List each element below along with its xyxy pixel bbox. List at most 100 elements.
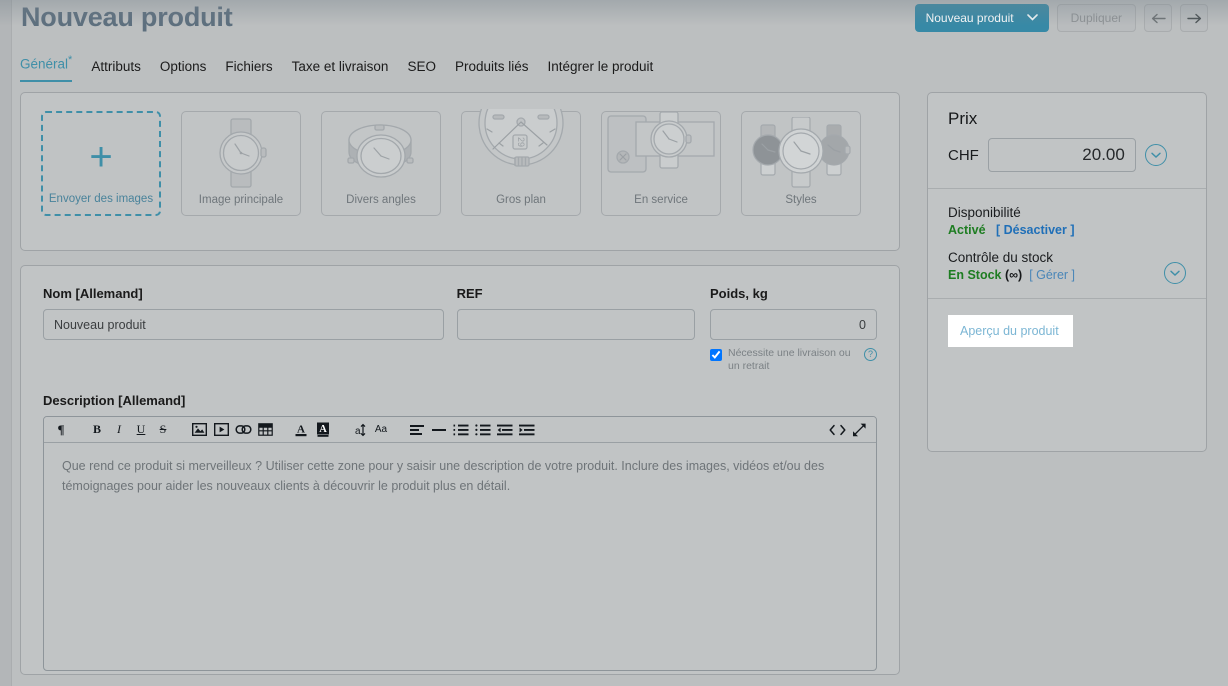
- availability-label: Disponibilité: [948, 205, 1021, 220]
- shipping-required-row: Nécessite une livraison ou un retrait ?: [710, 347, 877, 373]
- name-input[interactable]: [43, 309, 444, 340]
- weight-label: Poids, kg: [710, 286, 768, 301]
- new-product-button-label: Nouveau produit: [925, 11, 1014, 25]
- thumb-styles[interactable]: Styles: [741, 111, 861, 216]
- tab-integrer-le-produit[interactable]: Intégrer le produit: [548, 59, 654, 82]
- thumb-image-principale[interactable]: Image principale: [181, 111, 301, 216]
- watch-closeup-icon: 29: [462, 109, 580, 194]
- stock-manage-link[interactable]: [ Gérer ]: [1029, 268, 1075, 282]
- ref-label: REF: [456, 286, 483, 301]
- price-input[interactable]: [987, 138, 1136, 172]
- align-icon[interactable]: [406, 419, 428, 441]
- new-product-button[interactable]: Nouveau produit: [914, 4, 1049, 32]
- tab-options[interactable]: Options: [160, 59, 207, 82]
- tab-general[interactable]: Général*: [20, 54, 73, 82]
- thumb-styles-label: Styles: [785, 194, 817, 206]
- field-weight: Poids, kg Nécessite une livraison ou un …: [710, 286, 877, 373]
- table-icon[interactable]: [254, 419, 276, 441]
- indent-icon[interactable]: [516, 419, 538, 441]
- strikethrough-icon[interactable]: S: [152, 419, 174, 441]
- outdent-icon[interactable]: [494, 419, 516, 441]
- stock-row: En Stock (∞) [ Gérer ]: [948, 268, 1186, 282]
- availability-section: Disponibilité Activé [ Désactiver ] Cont…: [928, 188, 1206, 298]
- source-code-icon[interactable]: [826, 419, 848, 441]
- image-icon[interactable]: [188, 419, 210, 441]
- thumb-gros-plan-label: Gros plan: [496, 194, 546, 206]
- left-rail: [0, 0, 12, 686]
- tab-general-label: Général: [20, 56, 69, 72]
- price-row: CHF: [948, 138, 1186, 172]
- thumb-divers-angles[interactable]: Divers angles: [321, 111, 441, 216]
- thumb-en-service[interactable]: En service: [601, 111, 721, 216]
- shipping-required-label: Nécessite une livraison ou un retrait: [728, 347, 851, 373]
- thumb-gros-plan[interactable]: 29 Gros plan: [461, 109, 581, 216]
- editor-toolbar-right: [826, 417, 870, 443]
- bold-icon[interactable]: B: [86, 419, 108, 441]
- availability-row: Activé [ Désactiver ]: [948, 223, 1186, 237]
- product-form-card: Nom [Allemand] REF Poids, kg Nécessite u…: [20, 265, 900, 675]
- availability-toggle-link[interactable]: [ Désactiver ]: [996, 223, 1075, 237]
- weight-input[interactable]: [710, 309, 877, 340]
- previous-product-button[interactable]: [1144, 4, 1172, 32]
- preview-product-button[interactable]: Aperçu du produit: [948, 315, 1073, 347]
- tab-seo[interactable]: SEO: [407, 59, 436, 82]
- tab-bar: Général* Attributs Options Fichiers Taxe…: [20, 54, 653, 82]
- line-height-icon[interactable]: a: [348, 419, 370, 441]
- description-label: Description [Allemand]: [43, 393, 186, 409]
- bulleted-list-icon[interactable]: [472, 419, 494, 441]
- font-size-icon[interactable]: Aa: [370, 419, 392, 441]
- next-product-button[interactable]: [1180, 4, 1208, 32]
- svg-text:a: a: [355, 426, 361, 437]
- thumb-divers-angles-label: Divers angles: [346, 194, 416, 206]
- watch-angle-icon: [322, 112, 440, 194]
- upload-images-tile[interactable]: + Envoyer des images: [41, 111, 161, 216]
- name-label: Nom [Allemand]: [43, 286, 143, 301]
- arrow-right-icon: [1186, 13, 1201, 23]
- editor-toolbar: ¶ B I U S A A a Aa: [44, 417, 876, 444]
- tab-produits-lies[interactable]: Produits liés: [455, 59, 529, 82]
- duplicate-button[interactable]: Dupliquer: [1056, 4, 1136, 32]
- shipping-required-checkbox[interactable]: [710, 349, 722, 361]
- watch-styles-icon: [742, 112, 860, 194]
- svg-text:A: A: [319, 424, 327, 435]
- price-expand-icon[interactable]: [1144, 144, 1167, 166]
- paragraph-icon[interactable]: ¶: [50, 419, 72, 441]
- thumb-en-service-label: En service: [634, 194, 688, 206]
- video-icon[interactable]: [210, 419, 232, 441]
- tab-taxe-et-livraison[interactable]: Taxe et livraison: [292, 59, 389, 82]
- thumbnail-list: + Envoyer des images Image principale Di…: [21, 93, 899, 216]
- text-color-icon[interactable]: A: [290, 419, 312, 441]
- fullscreen-icon[interactable]: [848, 419, 870, 441]
- thumb-image-principale-label: Image principale: [198, 194, 284, 206]
- link-icon[interactable]: [232, 419, 254, 441]
- product-sidebar-card: Prix CHF Disponibilité Activé [ Désactiv…: [927, 92, 1207, 452]
- svg-text:A: A: [297, 424, 305, 436]
- stock-block: Contrôle du stock En Stock (∞) [ Gérer ]: [948, 250, 1186, 284]
- form-fields-row: Nom [Allemand] REF Poids, kg Nécessite u…: [21, 266, 899, 373]
- italic-icon[interactable]: I: [108, 419, 130, 441]
- plus-icon: +: [89, 135, 113, 179]
- help-icon[interactable]: ?: [864, 348, 877, 361]
- description-text[interactable]: Que rend ce produit si merveilleux ? Uti…: [44, 443, 876, 510]
- svg-text:29: 29: [516, 137, 526, 147]
- preview-section: Aperçu du produit: [928, 298, 1206, 363]
- field-name: Nom [Allemand]: [43, 286, 444, 373]
- product-editor-page: Nouveau produit Nouveau produit Duplique…: [0, 0, 1228, 686]
- description-editor: ¶ B I U S A A a Aa Que rend ce produit s…: [43, 416, 877, 672]
- highlight-color-icon[interactable]: A: [312, 419, 334, 441]
- media-card: + Envoyer des images Image principale Di…: [20, 92, 900, 251]
- availability-status: Activé: [948, 223, 986, 237]
- price-section: Prix CHF: [928, 93, 1206, 188]
- numbered-list-icon[interactable]: [450, 419, 472, 441]
- arrow-left-icon: [1151, 13, 1166, 23]
- tab-attributs[interactable]: Attributs: [91, 59, 141, 82]
- stock-expand-icon[interactable]: [1164, 262, 1186, 284]
- ref-input[interactable]: [456, 309, 695, 340]
- underline-icon[interactable]: U: [130, 419, 152, 441]
- horizontal-rule-icon[interactable]: [428, 419, 450, 441]
- price-heading: Prix: [948, 109, 978, 128]
- stock-status: En Stock: [948, 268, 1002, 282]
- tab-fichiers[interactable]: Fichiers: [225, 59, 272, 82]
- field-ref: REF: [456, 286, 695, 373]
- upload-images-label: Envoyer des images: [48, 193, 154, 205]
